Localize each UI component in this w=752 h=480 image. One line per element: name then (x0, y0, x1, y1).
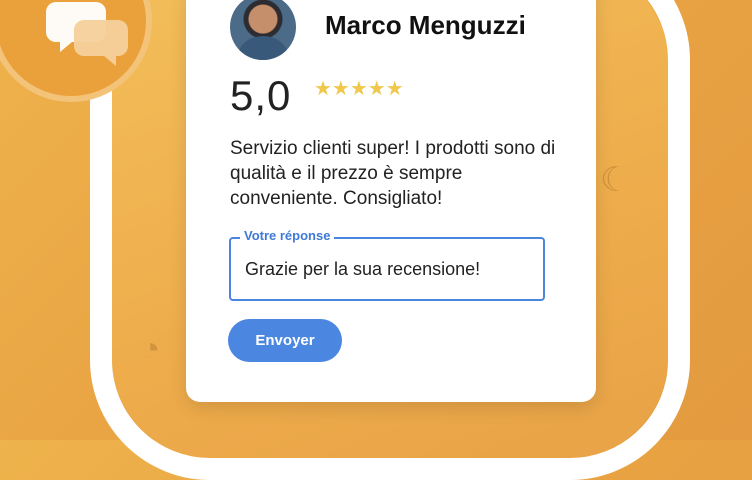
response-input[interactable] (243, 258, 537, 281)
review-text: Servizio clienti super! I prodotti sono … (230, 138, 556, 209)
send-button[interactable]: Envoyer (228, 319, 342, 362)
avatar (230, 0, 296, 60)
response-field-label: Votre réponse (240, 228, 335, 243)
reviewer-name: Marco Menguzzi (325, 10, 526, 40)
decor-shape: ◔ (140, 330, 161, 368)
rating-stars: ★★★★★ (314, 78, 404, 100)
decor-shape: ☾ (600, 161, 631, 199)
chat-bubbles-icon (46, 2, 128, 66)
rating-score: 5,0 (230, 72, 292, 119)
